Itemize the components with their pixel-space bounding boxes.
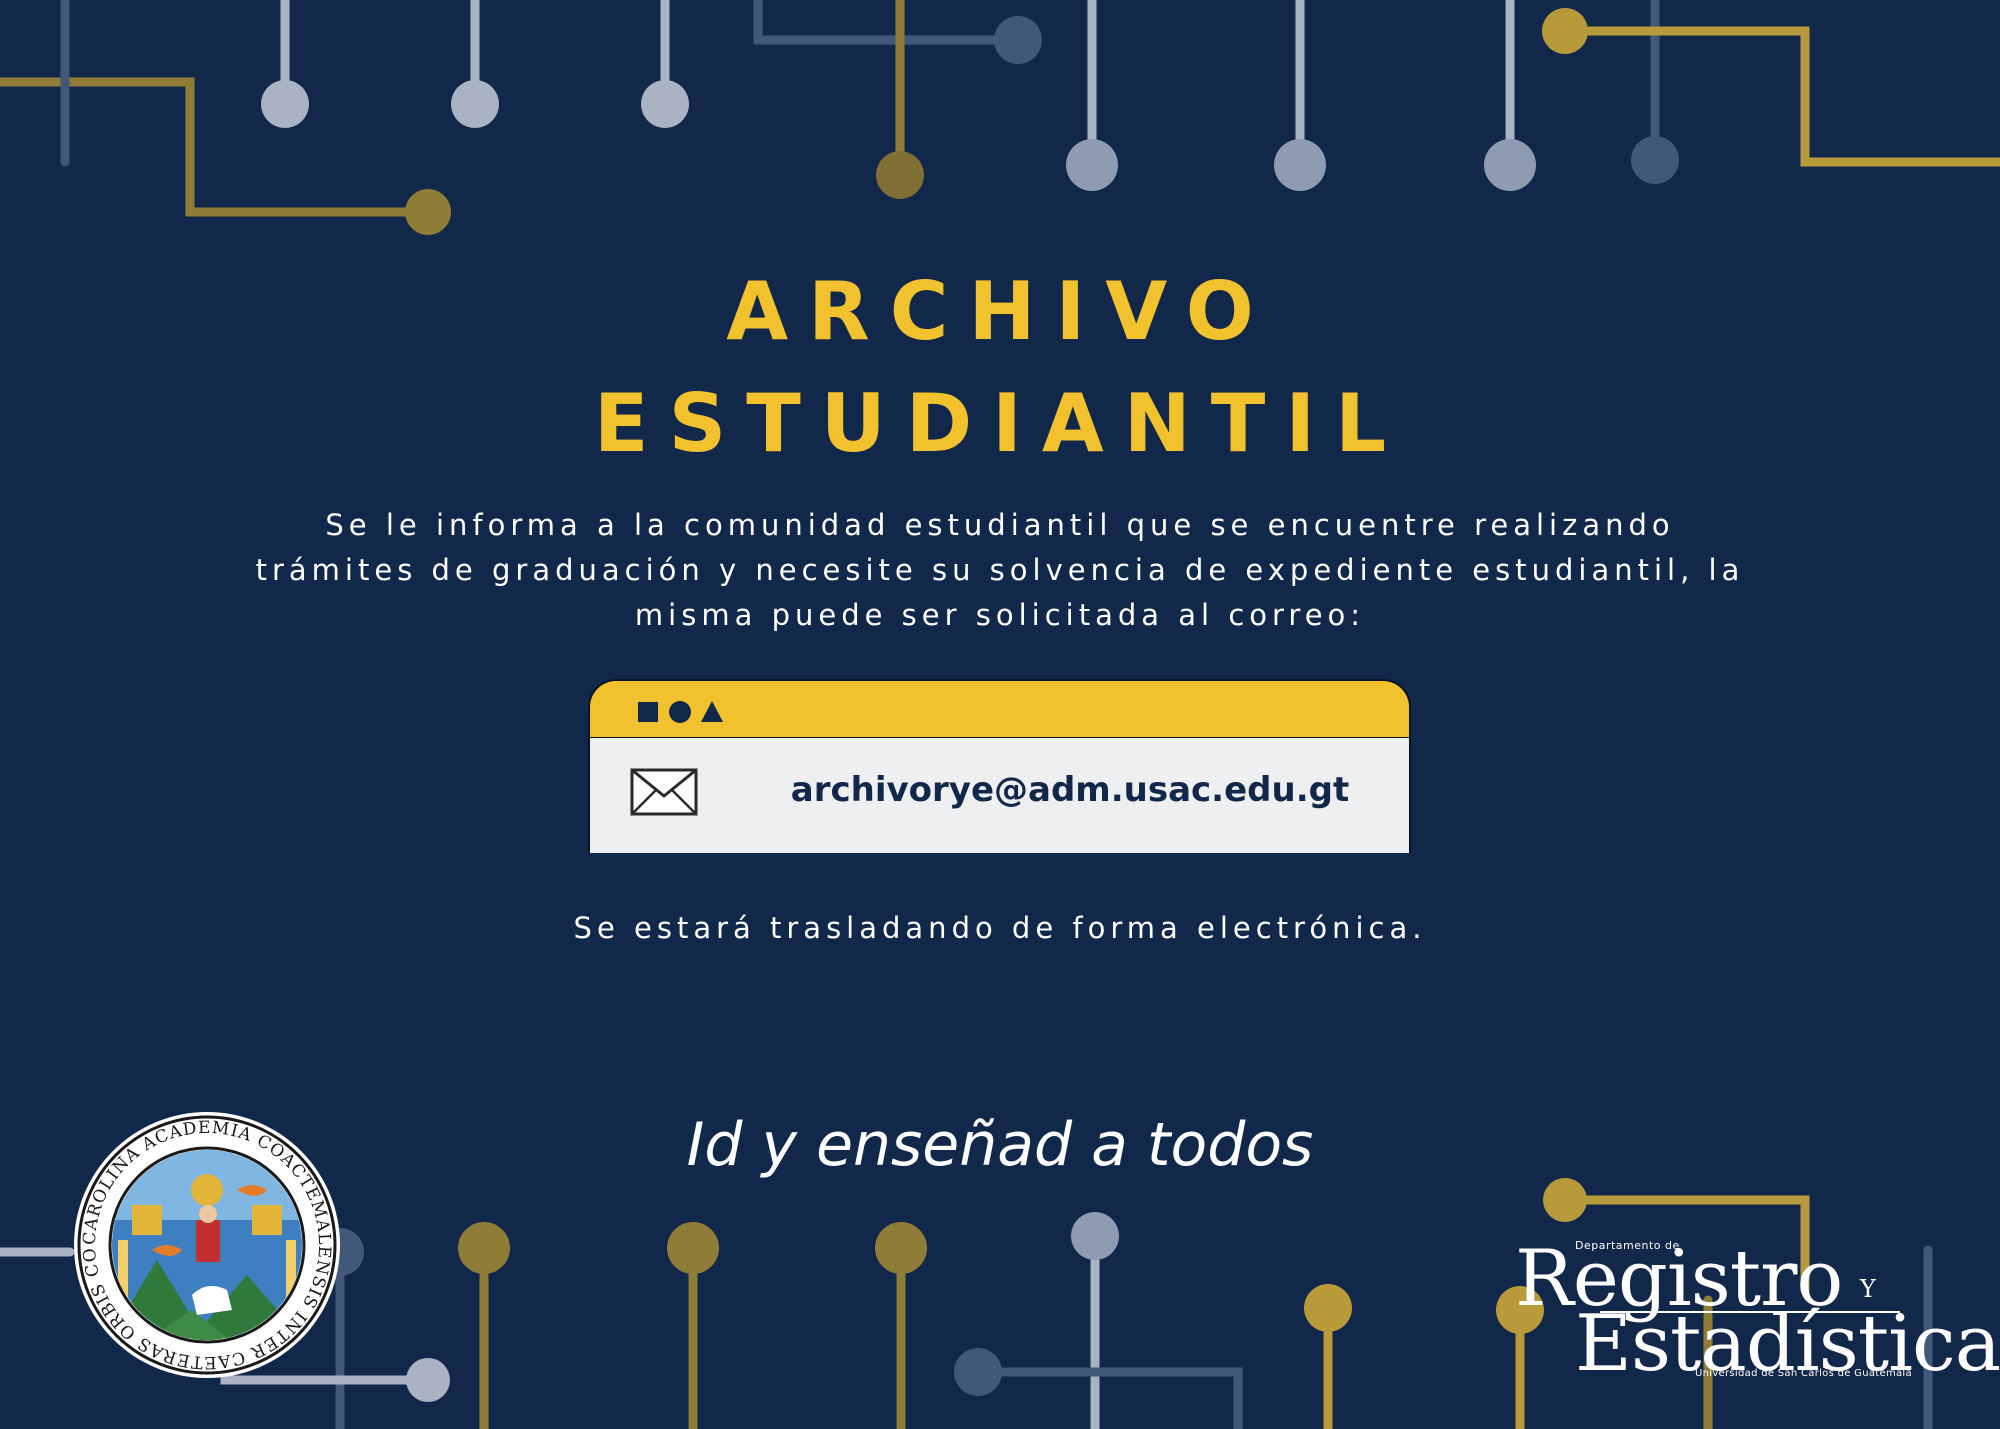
- poster-canvas: ARCHIVO ESTUDIANTIL Se le informa a la c…: [0, 0, 2000, 1429]
- registro-estadistica-logo: Departamento de Registro Y Estadística U…: [1515, 1235, 2000, 1385]
- circuit-node: [994, 16, 1042, 64]
- circuit-node: [876, 151, 924, 199]
- circuit-node: [405, 189, 451, 235]
- circuit-node: [667, 1222, 719, 1274]
- circuit-line-faint: [753, 0, 1023, 45]
- circle-icon: [669, 701, 691, 723]
- circuit-node: [406, 1358, 450, 1402]
- logo-university-label: Universidad de San Carlos de Guatemala: [1695, 1368, 1912, 1379]
- circuit-node: [641, 80, 689, 128]
- circuit-node: [261, 80, 309, 128]
- info-message: Se le informa a la comunidad estudiantil…: [255, 508, 1745, 632]
- circuit-line-gold: [1560, 26, 2000, 167]
- circuit-node: [1274, 139, 1326, 191]
- circuit-node: [1071, 1212, 1119, 1260]
- circuit-node: [1631, 136, 1679, 184]
- circuit-node: [1542, 8, 1588, 54]
- circuit-node: [1304, 1284, 1352, 1332]
- page-title-line2: ESTUDIANTIL: [593, 377, 1407, 470]
- email-address[interactable]: archivorye@adm.usac.edu.gt: [760, 768, 1380, 812]
- circuit-node: [458, 1222, 510, 1274]
- circuit-line-faint: [973, 1367, 1243, 1429]
- triangle-icon: [701, 701, 723, 722]
- square-icon: [638, 702, 658, 722]
- circuit-node: [954, 1348, 1002, 1396]
- window-body: archivorye@adm.usac.edu.gt: [588, 738, 1411, 853]
- university-seal: CAROLINA ACADEMIA COACTEMALENSIS INTER C…: [72, 1110, 340, 1378]
- envelope-icon: [630, 768, 698, 816]
- circuit-node: [875, 1222, 927, 1274]
- page-title-line1: ARCHIVO: [726, 265, 1274, 358]
- email-window: archivorye@adm.usac.edu.gt: [588, 679, 1411, 853]
- circuit-node: [1066, 139, 1118, 191]
- circuit-node: [451, 80, 499, 128]
- electronic-note: Se estará trasladando de forma electróni…: [573, 911, 1427, 945]
- circuit-node: [1484, 139, 1536, 191]
- window-titlebar: [588, 679, 1411, 740]
